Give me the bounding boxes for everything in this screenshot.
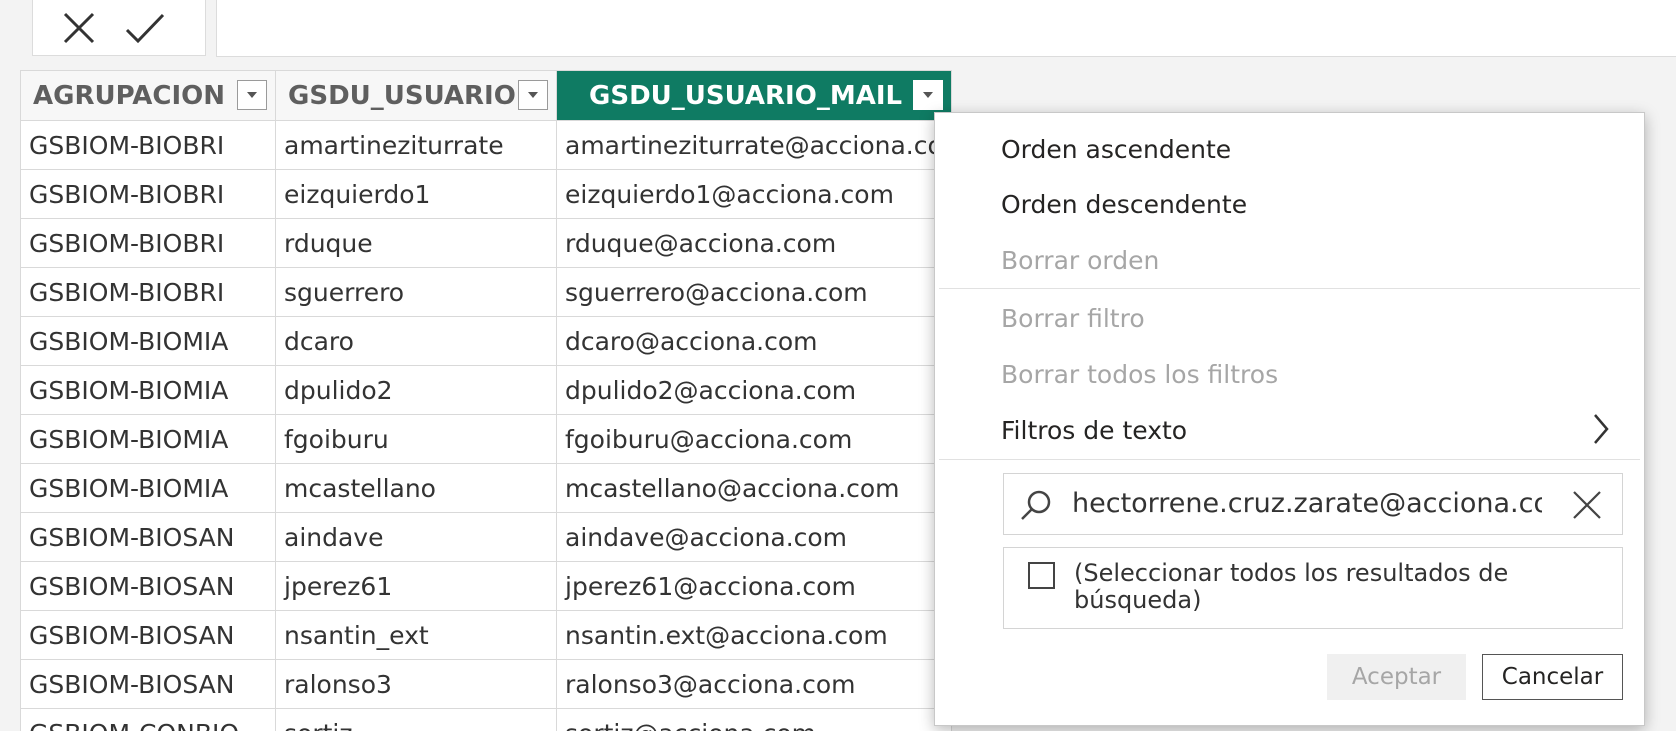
table-row: GSBIOM-BIOMIA fgoiburu fgoiburu@acciona.co… <box>20 414 952 464</box>
chevron-down-icon[interactable] <box>237 80 267 110</box>
data-grid: AGRUPACION GSDU_USUARIO GSDU_USUARIO_MAI… <box>20 70 952 731</box>
column-header-agrupacion[interactable]: AGRUPACION <box>20 70 276 121</box>
cell-agrupacion[interactable]: GSBIOM-BIOMIA <box>20 316 276 366</box>
cell-usuario[interactable]: rduque <box>275 218 557 268</box>
cell-mail[interactable]: rduque@acciona.com <box>556 218 952 268</box>
cell-usuario[interactable]: amartineziturrate <box>275 120 557 170</box>
menu-item-clear-sort[interactable]: Borrar orden <box>1001 246 1159 275</box>
search-results-list: (Seleccionar todos los resultados de bús… <box>1003 547 1623 629</box>
table-row: GSBIOM-BIOBRI sguerrero sguerrero@acciona.… <box>20 267 952 317</box>
cell-usuario[interactable]: fgoiburu <box>275 414 557 464</box>
cell-mail[interactable]: eizquierdo1@acciona.com <box>556 169 952 219</box>
check-icon[interactable] <box>123 6 167 50</box>
cell-agrupacion[interactable]: GSBIOM-BIOMIA <box>20 365 276 415</box>
cell-usuario[interactable]: aindave <box>275 512 557 562</box>
formula-input[interactable] <box>216 0 1676 57</box>
cell-mail[interactable]: dpulido2@acciona.com <box>556 365 952 415</box>
table-row: GSBIOM-BIOBRI amartineziturrate amartinezi… <box>20 120 952 170</box>
cell-usuario[interactable]: sortiz <box>275 708 557 731</box>
select-all-label[interactable]: (Seleccionar todos los resultados de bús… <box>1074 560 1594 614</box>
chevron-down-icon[interactable] <box>912 80 943 110</box>
cell-mail[interactable]: sortiz@acciona.com <box>556 708 952 731</box>
cell-agrupacion[interactable]: GSBIOM-BIOBRI <box>20 169 276 219</box>
table-row: GSBIOM-BIOSAN aindave aindave@acciona.com <box>20 512 952 562</box>
cell-mail[interactable]: amartineziturrate@acciona.co <box>556 120 952 170</box>
select-all-checkbox[interactable] <box>1028 562 1055 589</box>
table-row: GSBIOM-BIOBRI rduque rduque@acciona.com <box>20 218 952 268</box>
cell-mail[interactable]: mcastellano@acciona.com <box>556 463 952 513</box>
table-row: GSBIOM-BIOMIA dpulido2 dpulido2@acciona.co… <box>20 365 952 415</box>
cell-agrupacion[interactable]: GSBIOM-BIOSAN <box>20 610 276 660</box>
menu-separator <box>939 288 1640 289</box>
column-header-gsdu-usuario-mail[interactable]: GSDU_USUARIO_MAIL <box>556 70 952 121</box>
cell-agrupacion[interactable]: GSBIOM-BIOSAN <box>20 512 276 562</box>
table-row: GSBIOM-BIOSAN ralonso3 ralonso3@acciona.co… <box>20 659 952 709</box>
search-icon <box>1021 490 1051 520</box>
menu-item-clear-all-filters[interactable]: Borrar todos los filtros <box>1001 360 1278 389</box>
cell-mail[interactable]: ralonso3@acciona.com <box>556 659 952 709</box>
cell-agrupacion[interactable]: GSBIOM-BIOBRI <box>20 267 276 317</box>
search-input[interactable]: hectorrene.cruz.zarate@acciona.com <box>1003 473 1623 535</box>
cell-mail[interactable]: nsantin.ext@acciona.com <box>556 610 952 660</box>
formula-bar-buttons <box>32 0 206 56</box>
cell-agrupacion[interactable]: GSBIOM-CONBIO <box>20 708 276 731</box>
cell-agrupacion[interactable]: GSBIOM-BIOMIA <box>20 463 276 513</box>
menu-item-text-filters[interactable]: Filtros de texto <box>1001 416 1187 445</box>
cell-usuario[interactable]: sguerrero <box>275 267 557 317</box>
cell-mail[interactable]: fgoiburu@acciona.com <box>556 414 952 464</box>
cell-usuario[interactable]: mcastellano <box>275 463 557 513</box>
cell-mail[interactable]: dcaro@acciona.com <box>556 316 952 366</box>
cell-usuario[interactable]: nsantin_ext <box>275 610 557 660</box>
chevron-right-icon <box>1594 414 1609 444</box>
cell-agrupacion[interactable]: GSBIOM-BIOSAN <box>20 561 276 611</box>
table-row: GSBIOM-BIOSAN jperez61 jperez61@acciona.co… <box>20 561 952 611</box>
cancel-button[interactable]: Cancelar <box>1482 654 1623 700</box>
x-icon[interactable] <box>57 6 101 50</box>
header-row: AGRUPACION GSDU_USUARIO GSDU_USUARIO_MAI… <box>20 70 952 121</box>
accept-button[interactable]: Aceptar <box>1327 654 1466 700</box>
cell-mail[interactable]: sguerrero@acciona.com <box>556 267 952 317</box>
column-header-label: GSDU_USUARIO_MAIL <box>589 80 903 111</box>
column-filter-menu: Orden ascendente Orden descendente Borra… <box>934 112 1645 726</box>
menu-separator <box>939 459 1640 460</box>
cell-usuario[interactable]: jperez61 <box>275 561 557 611</box>
cell-mail[interactable]: aindave@acciona.com <box>556 512 952 562</box>
table-row: GSBIOM-CONBIOsortizsortiz@acciona.com <box>20 708 952 731</box>
cell-usuario[interactable]: eizquierdo1 <box>275 169 557 219</box>
column-header-label: GSDU_USUARIO <box>288 80 516 111</box>
column-header-label: AGRUPACION <box>33 80 226 111</box>
cell-usuario[interactable]: ralonso3 <box>275 659 557 709</box>
cell-agrupacion[interactable]: GSBIOM-BIOMIA <box>20 414 276 464</box>
search-value: hectorrene.cruz.zarate@acciona.com <box>1072 488 1542 519</box>
cell-agrupacion[interactable]: GSBIOM-BIOBRI <box>20 218 276 268</box>
cell-usuario[interactable]: dcaro <box>275 316 557 366</box>
table-row: GSBIOM-BIOBRI eizquierdo1 eizquierdo1@acci… <box>20 169 952 219</box>
menu-item-sort-ascending[interactable]: Orden ascendente <box>1001 135 1231 164</box>
table-row: GSBIOM-BIOSAN nsantin_ext nsantin.ext@acci… <box>20 610 952 660</box>
menu-item-clear-filter[interactable]: Borrar filtro <box>1001 304 1145 333</box>
cell-agrupacion[interactable]: GSBIOM-BIOSAN <box>20 659 276 709</box>
menu-item-sort-descending[interactable]: Orden descendente <box>1001 190 1247 219</box>
left-gutter <box>0 0 20 731</box>
column-header-gsdu-usuario[interactable]: GSDU_USUARIO <box>275 70 557 121</box>
chevron-down-icon[interactable] <box>518 80 548 110</box>
cell-mail[interactable]: jperez61@acciona.com <box>556 561 952 611</box>
cell-usuario[interactable]: dpulido2 <box>275 365 557 415</box>
cell-agrupacion[interactable]: GSBIOM-BIOBRI <box>20 120 276 170</box>
close-icon[interactable] <box>1570 488 1604 522</box>
table-row: GSBIOM-BIOMIA mcastellano mcastellano@acci… <box>20 463 952 513</box>
table-row: GSBIOM-BIOMIA dcaro dcaro@acciona.com <box>20 316 952 366</box>
